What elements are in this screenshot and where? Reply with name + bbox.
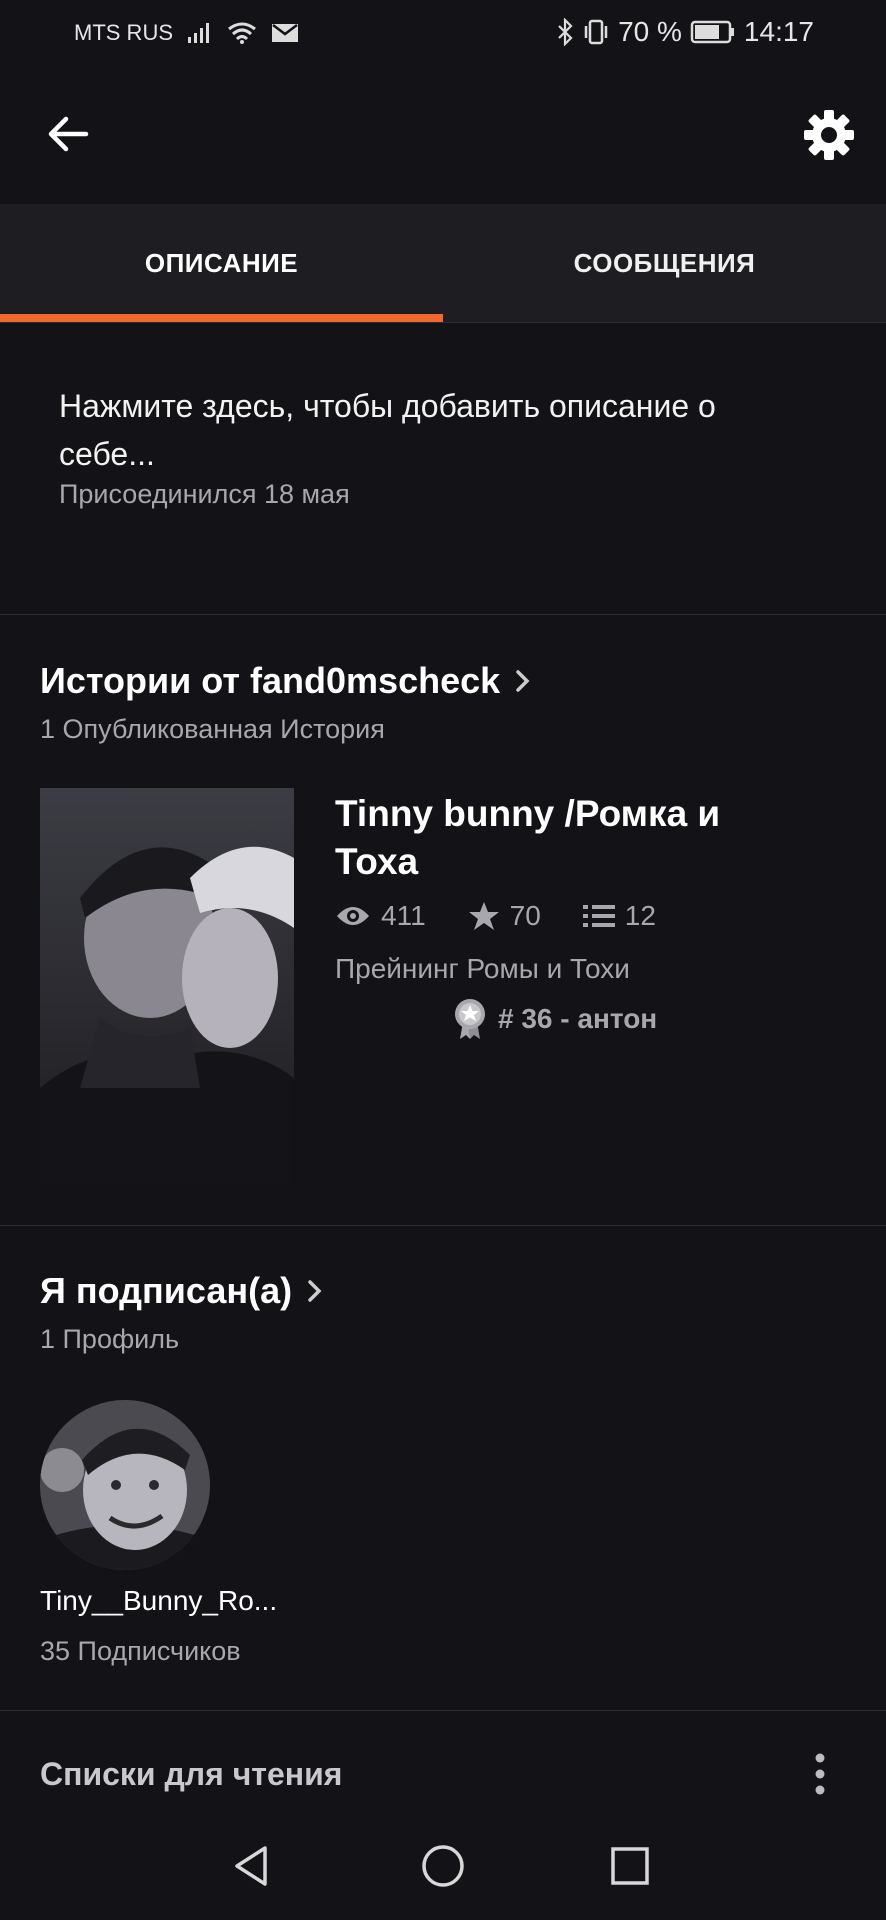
joined-date: Присоединился 18 мая: [59, 479, 350, 509]
status-left: MTS RUS: [74, 20, 299, 46]
following-count: 1 Профиль: [40, 1324, 180, 1354]
story-stats: 411 70 12: [335, 900, 698, 932]
stories-count: 1 Опубликованная История: [40, 714, 385, 744]
divider: [0, 1710, 886, 1711]
divider: [0, 614, 886, 615]
list-icon: [582, 905, 615, 927]
avatar[interactable]: [40, 1400, 210, 1570]
wifi-icon: [228, 22, 256, 44]
story-title[interactable]: Tinny bunny /Ромка и Тоха: [335, 790, 795, 886]
system-nav-bar: [0, 1810, 886, 1920]
mail-icon: [272, 24, 298, 42]
chevron-right-icon: [516, 670, 530, 692]
battery-icon: [690, 20, 734, 44]
app-bar: [0, 68, 886, 204]
story-description: Прейнинг Ромы и Тохи: [335, 953, 630, 984]
medal-icon: [455, 999, 485, 1039]
tab-description[interactable]: ОПИСАНИЕ: [0, 204, 443, 322]
rank-label: # 36 - антон: [498, 1003, 658, 1034]
more-vertical-icon[interactable]: [812, 1752, 828, 1796]
story-cover-image[interactable]: [40, 788, 294, 1184]
reads-stat: 411: [335, 900, 426, 932]
tab-indicator: [0, 314, 443, 322]
carrier-label: MTS RUS: [74, 20, 173, 45]
stories-section-title[interactable]: Истории от fand0mscheck: [40, 660, 534, 702]
nav-back-icon[interactable]: [223, 1836, 283, 1896]
cover-illustration: [40, 788, 294, 1184]
votes-stat: 70: [468, 900, 541, 932]
star-icon: [468, 902, 499, 930]
status-right: 70 % 14:17: [556, 16, 814, 48]
tab-messages[interactable]: СООБЩЕНИЯ: [443, 204, 886, 322]
vibrate-icon: [584, 19, 608, 45]
avatar-illustration: [40, 1400, 210, 1570]
eye-icon: [337, 907, 369, 925]
parts-stat: 12: [582, 900, 656, 932]
status-bar: MTS RUS 70 % 14:17: [0, 0, 886, 68]
nav-home-icon[interactable]: [413, 1836, 473, 1896]
story-rank[interactable]: # 36 - антон: [452, 998, 657, 1040]
profile-name[interactable]: Tiny__Bunny_Ro...: [40, 1585, 277, 1617]
clock: 14:17: [743, 16, 814, 47]
tab-bar: ОПИСАНИЕ СООБЩЕНИЯ: [0, 204, 886, 323]
following-title-text: Я подписан(а): [40, 1270, 293, 1311]
battery-percent: 70 %: [618, 16, 682, 47]
following-section-title[interactable]: Я подписан(а): [40, 1270, 326, 1312]
signal-icon: [188, 23, 209, 43]
profile-followers: 35 Подписчиков: [40, 1636, 241, 1666]
back-arrow-icon[interactable]: [44, 110, 92, 158]
reading-lists-title[interactable]: Списки для чтения: [40, 1756, 342, 1793]
stories-title-text: Истории от fand0mscheck: [40, 660, 501, 701]
reads-count: 411: [381, 900, 426, 931]
votes-count: 70: [509, 900, 541, 931]
divider: [0, 1225, 886, 1226]
nav-recents-icon[interactable]: [600, 1836, 660, 1896]
add-description-prompt[interactable]: Нажмите здесь, чтобы добавить описание о…: [59, 382, 819, 478]
bluetooth-icon: [558, 18, 573, 46]
chevron-right-icon: [308, 1280, 322, 1302]
gear-icon[interactable]: [802, 108, 856, 162]
parts-count: 12: [624, 900, 656, 931]
